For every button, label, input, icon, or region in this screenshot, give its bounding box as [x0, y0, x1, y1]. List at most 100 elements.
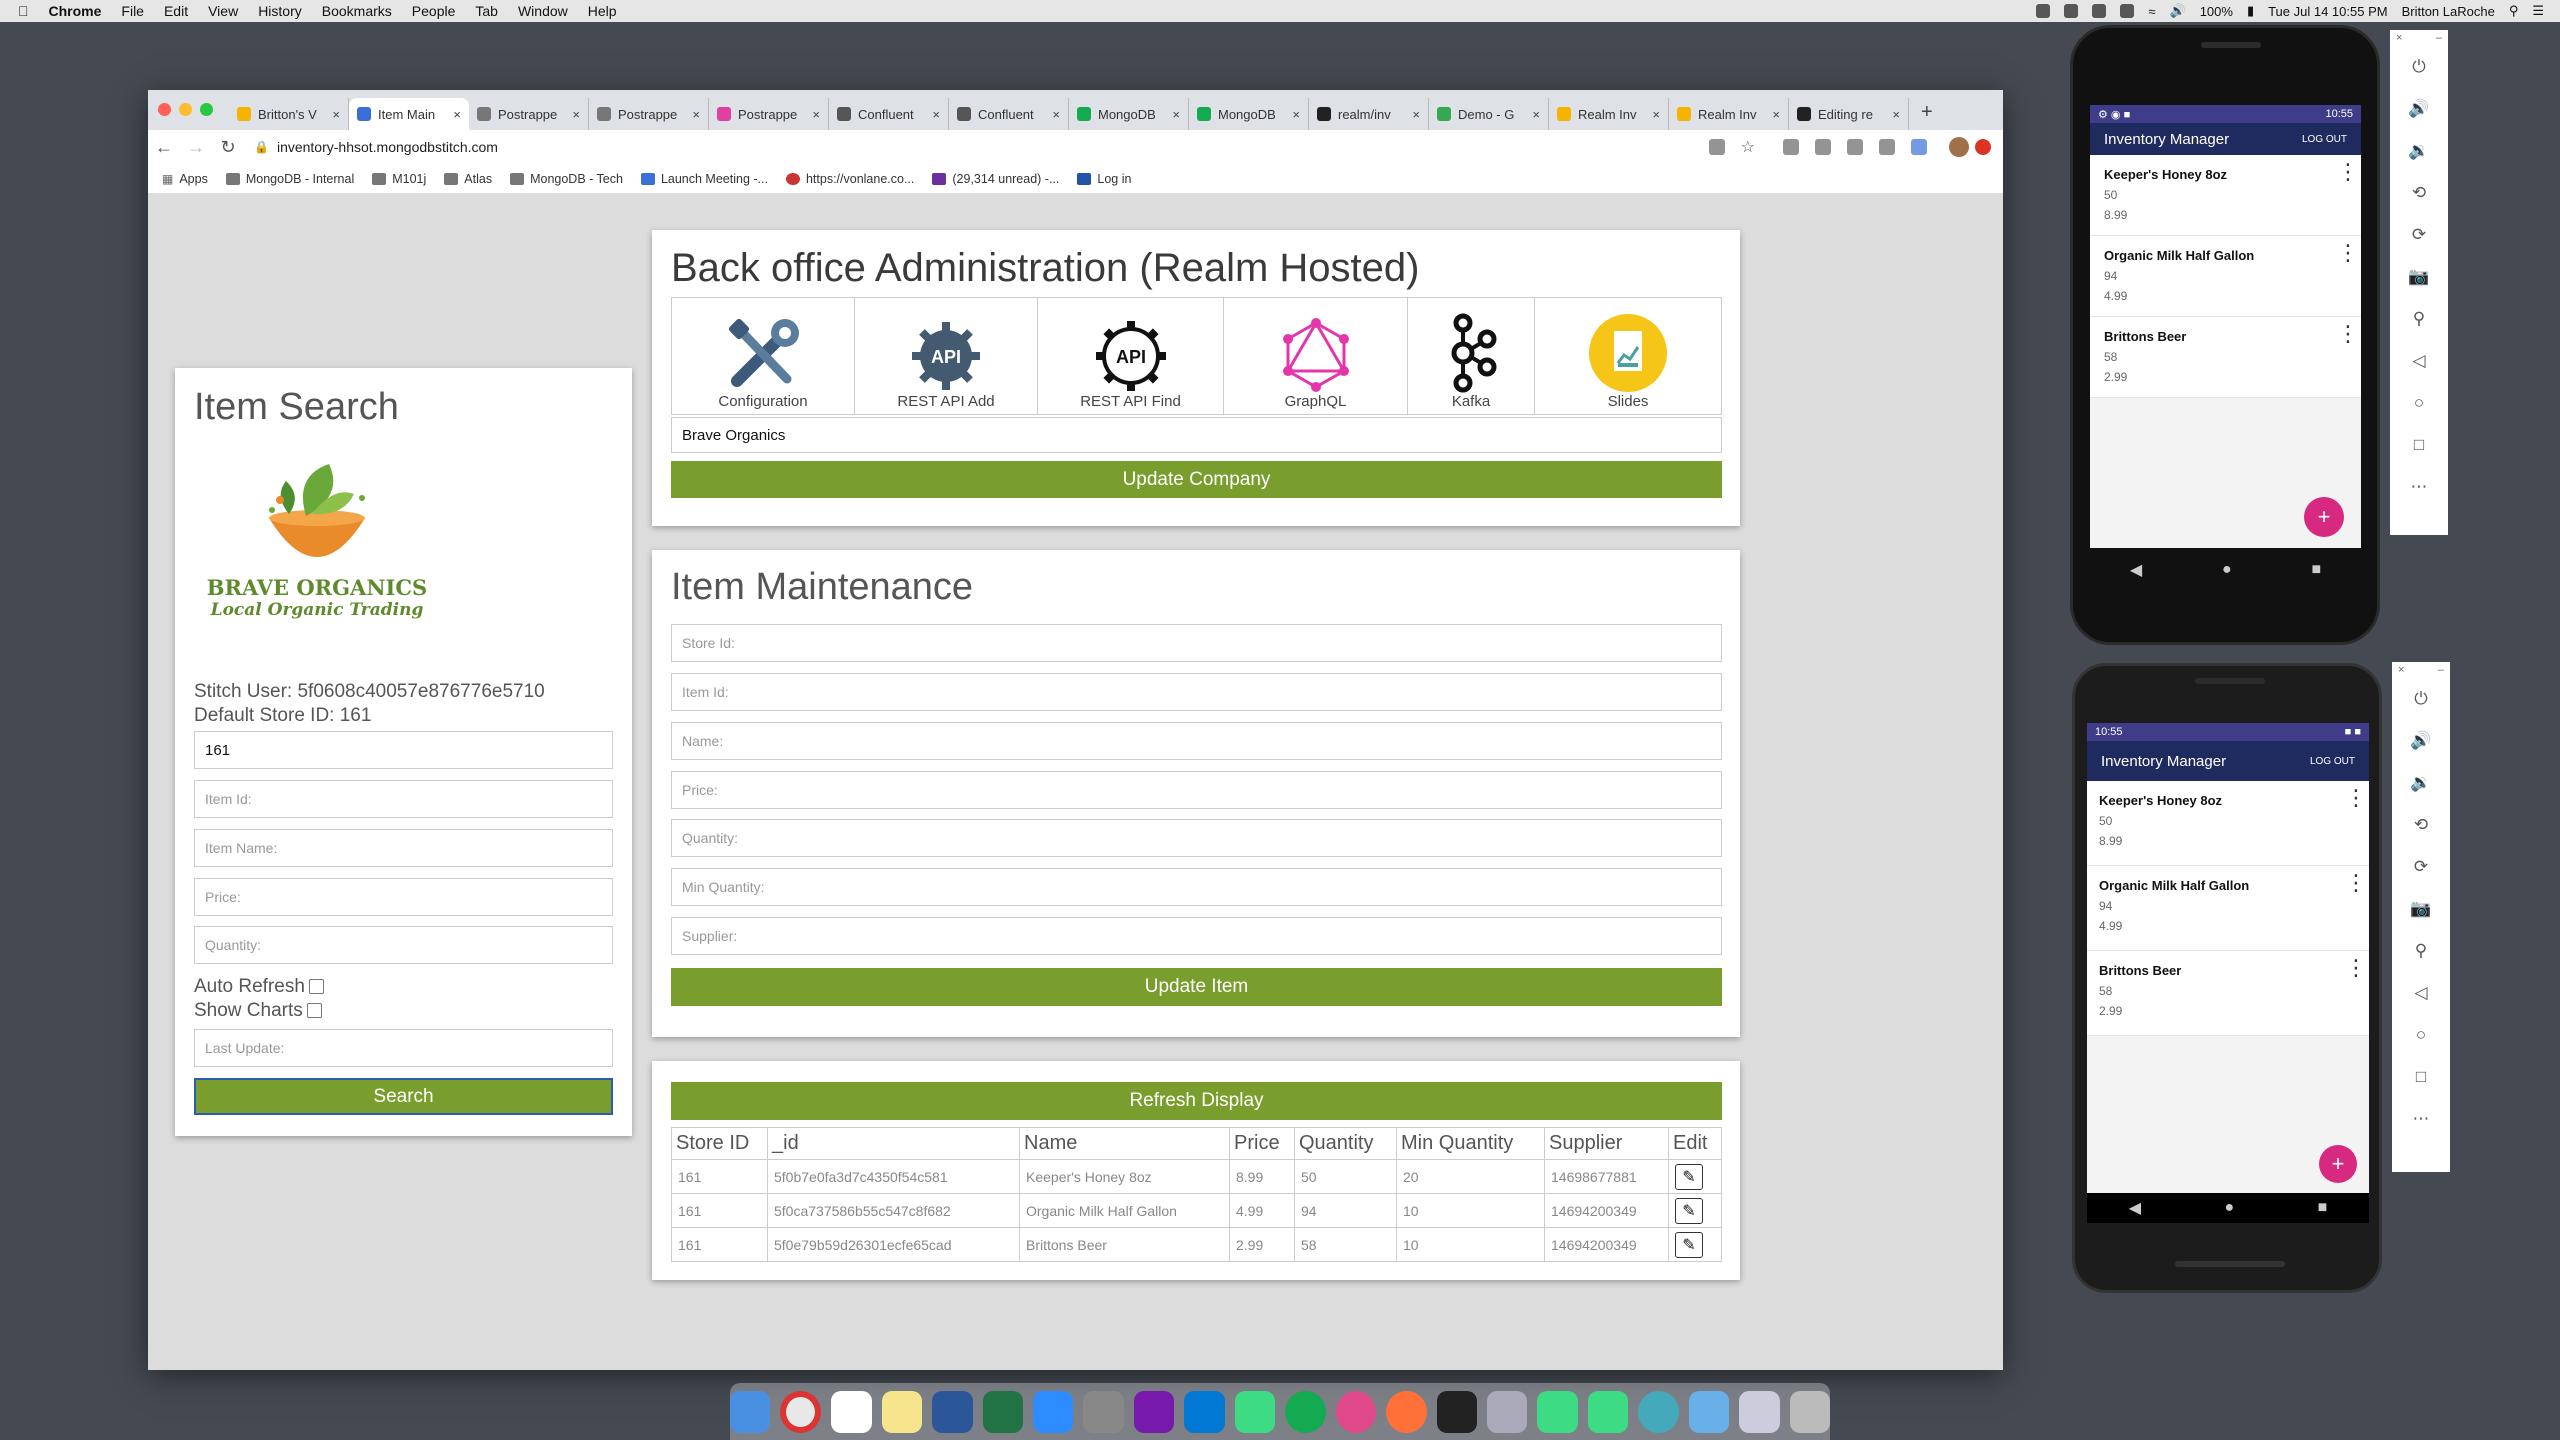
- close-tab-icon[interactable]: ×: [1652, 107, 1660, 122]
- word-icon[interactable]: [932, 1390, 973, 1433]
- menu-help[interactable]: Help: [588, 3, 617, 19]
- browser-tab[interactable]: Postrappe ×: [709, 98, 829, 130]
- menu-edit[interactable]: Edit: [164, 3, 188, 19]
- item-id-field[interactable]: Item Id:: [671, 673, 1722, 711]
- browser-tab[interactable]: MongoDB ×: [1189, 98, 1309, 130]
- bluetooth-icon[interactable]: [2092, 4, 2107, 18]
- browser-tab[interactable]: Editing re ×: [1789, 98, 1909, 130]
- browser-tab[interactable]: Realm Inv ×: [1549, 98, 1669, 130]
- trash-icon[interactable]: [1789, 1390, 1831, 1433]
- overflow-menu-icon[interactable]: ⋮: [2337, 242, 2359, 264]
- rest-api-add-tile[interactable]: API REST API Add: [855, 298, 1038, 414]
- supplier-field[interactable]: Supplier:: [671, 917, 1722, 955]
- browser-tab[interactable]: Postrappe ×: [469, 98, 589, 130]
- bookmark-link[interactable]: Log in: [1077, 172, 1131, 186]
- zoom-icon[interactable]: ⚲: [2409, 309, 2429, 329]
- browser-tab[interactable]: Realm Inv ×: [1669, 98, 1789, 130]
- clock[interactable]: Tue Jul 14 10:55 PM: [2268, 4, 2387, 19]
- list-item[interactable]: Organic Milk Half Gallon 94 4.99 ⋮: [2090, 236, 2361, 317]
- status-app-icon[interactable]: [2036, 4, 2051, 18]
- menu-history[interactable]: History: [258, 3, 302, 19]
- minimize-icon[interactable]: –: [2438, 664, 2444, 676]
- min-quantity-field[interactable]: Min Quantity:: [671, 868, 1722, 906]
- list-item[interactable]: Keeper's Honey 8oz 50 8.99 ⋮: [2087, 781, 2369, 866]
- rest-api-find-tile[interactable]: API REST API Find: [1038, 298, 1224, 414]
- home-icon[interactable]: ●: [2222, 561, 2232, 579]
- extension-icon[interactable]: [1879, 139, 1895, 155]
- power-icon[interactable]: ⏻: [2411, 689, 2431, 709]
- name-field[interactable]: Name:: [671, 722, 1722, 760]
- add-item-fab[interactable]: +: [2304, 497, 2344, 537]
- apple-menu-icon[interactable]: : [18, 3, 29, 19]
- camera-icon[interactable]: 📷: [2410, 899, 2431, 919]
- notes-icon[interactable]: [881, 1390, 923, 1433]
- extension-icon[interactable]: [1911, 139, 1927, 155]
- volume-icon[interactable]: 🔊: [2170, 3, 2186, 19]
- more-icon[interactable]: ⋯: [2409, 477, 2429, 497]
- close-tab-icon[interactable]: ×: [1052, 107, 1060, 122]
- volume-down-icon[interactable]: 🔉: [2410, 773, 2431, 793]
- company-input[interactable]: Brave Organics: [671, 417, 1722, 453]
- edit-button[interactable]: ✎: [1675, 1231, 1703, 1258]
- list-item[interactable]: Keeper's Honey 8oz 50 8.99 ⋮: [2090, 155, 2361, 236]
- back-icon[interactable]: ◁: [2409, 351, 2429, 371]
- close-tab-icon[interactable]: ×: [332, 107, 340, 122]
- bookmark-link[interactable]: Launch Meeting -...: [640, 172, 768, 186]
- menu-bookmarks[interactable]: Bookmarks: [322, 3, 392, 19]
- price-field[interactable]: Price:: [671, 771, 1722, 809]
- bookmark-apps[interactable]: ▦ Apps: [162, 172, 208, 186]
- price-input[interactable]: Price:: [194, 878, 613, 916]
- volume-up-icon[interactable]: 🔊: [2410, 731, 2431, 751]
- close-tab-icon[interactable]: ×: [1892, 107, 1900, 122]
- new-tab-icon[interactable]: +: [1909, 101, 1945, 130]
- home-icon[interactable]: ●: [2224, 1199, 2234, 1217]
- home-icon[interactable]: ○: [2411, 1025, 2431, 1045]
- browser-tab[interactable]: MongoDB ×: [1069, 98, 1189, 130]
- update-item-button[interactable]: Update Item: [671, 968, 1722, 1006]
- rotate-left-icon[interactable]: ⟲: [2411, 815, 2431, 835]
- bookmark-folder[interactable]: MongoDB - Tech: [510, 172, 623, 186]
- close-tab-icon[interactable]: ×: [1412, 107, 1420, 122]
- android-file-icon[interactable]: [1537, 1390, 1578, 1433]
- firefox-icon[interactable]: [1386, 1390, 1427, 1433]
- list-item[interactable]: Brittons Beer 58 2.99 ⋮: [2090, 317, 2361, 398]
- system-preferences-icon[interactable]: [1083, 1390, 1124, 1433]
- overview-icon[interactable]: ■: [2311, 561, 2321, 579]
- logout-button[interactable]: LOG OUT: [2310, 756, 2355, 767]
- close-tab-icon[interactable]: ×: [1772, 107, 1780, 122]
- item-id-input[interactable]: Item Id:: [194, 780, 613, 818]
- edit-button[interactable]: ✎: [1675, 1197, 1703, 1224]
- android-studio-icon[interactable]: [1234, 1390, 1276, 1433]
- close-icon[interactable]: ×: [2398, 664, 2404, 676]
- bookmark-folder[interactable]: MongoDB - Internal: [225, 172, 354, 186]
- close-window-icon[interactable]: [158, 103, 171, 116]
- menu-app-name[interactable]: Chrome: [49, 3, 102, 19]
- terminal-icon[interactable]: [1436, 1390, 1477, 1433]
- close-tab-icon[interactable]: ×: [932, 107, 940, 122]
- browser-tab[interactable]: Confluent ×: [949, 98, 1069, 130]
- close-tab-icon[interactable]: ×: [572, 107, 580, 122]
- show-charts-checkbox[interactable]: [306, 1003, 322, 1019]
- overflow-menu-icon[interactable]: ⋮: [2345, 957, 2367, 979]
- overflow-menu-icon[interactable]: ⋮: [2337, 323, 2359, 345]
- update-icon[interactable]: [1975, 139, 1991, 155]
- extension-icon[interactable]: [1783, 139, 1799, 155]
- profile-avatar[interactable]: [1949, 137, 1969, 157]
- battery-icon[interactable]: ▮: [2247, 3, 2254, 19]
- logout-button[interactable]: LOG OUT: [2302, 134, 2347, 145]
- rotate-left-icon[interactable]: ⟲: [2409, 183, 2429, 203]
- bookmark-folder[interactable]: Atlas: [444, 172, 492, 186]
- time-machine-icon[interactable]: [2120, 4, 2135, 18]
- browser-tab[interactable]: Britton's V ×: [229, 98, 349, 130]
- mongodb-compass-icon[interactable]: [1285, 1390, 1326, 1433]
- last-update-input[interactable]: Last Update:: [194, 1029, 613, 1067]
- zoom-app-icon[interactable]: [1033, 1390, 1074, 1433]
- overflow-menu-icon[interactable]: ⋮: [2345, 872, 2367, 894]
- zoom-window-icon[interactable]: [200, 103, 213, 116]
- bookmark-link[interactable]: (29,314 unread) -...: [932, 172, 1059, 186]
- kafka-tile[interactable]: Kafka: [1408, 298, 1535, 414]
- menu-file[interactable]: File: [121, 3, 144, 19]
- downloads-icon[interactable]: [1739, 1390, 1780, 1433]
- reload-icon[interactable]: ↻: [212, 137, 244, 158]
- zoom-icon[interactable]: ⚲: [2411, 941, 2431, 961]
